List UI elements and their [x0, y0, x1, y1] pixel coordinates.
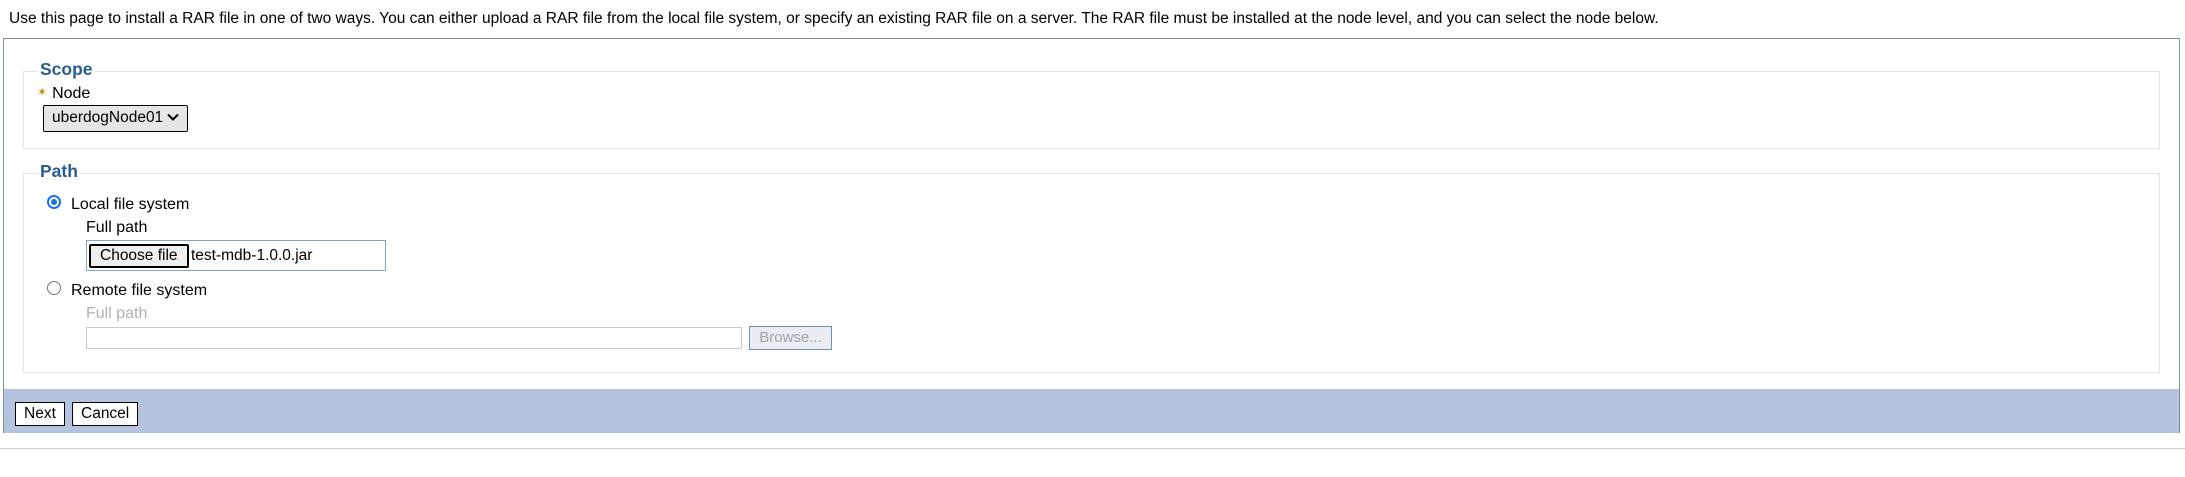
local-file-system-label[interactable]: Local file system — [71, 196, 189, 214]
chevron-down-icon — [167, 113, 179, 121]
node-select[interactable]: uberdogNode01 — [43, 105, 188, 132]
remote-file-system-radio[interactable] — [47, 281, 61, 295]
choose-file-button[interactable]: Choose file — [89, 244, 189, 268]
scope-fieldset: Scope ✶ Node uberdogNode01 — [23, 59, 2160, 149]
node-select-value: uberdogNode01 — [52, 109, 164, 126]
local-file-input[interactable]: Choose file test-mdb-1.0.0.jar — [86, 240, 386, 271]
node-label-text: Node — [52, 85, 91, 102]
next-button[interactable]: Next — [15, 402, 65, 426]
browse-button[interactable]: Browse... — [749, 326, 832, 350]
remote-full-path-input[interactable] — [86, 327, 742, 349]
node-label: ✶ Node — [37, 85, 90, 103]
scope-legend: Scope — [38, 59, 95, 80]
required-field-icon: ✶ — [37, 85, 48, 99]
page-description: Use this page to install a RAR file in o… — [9, 10, 1659, 27]
path-legend: Path — [38, 161, 80, 182]
install-rar-panel: Scope ✶ Node uberdogNode01 Path Local fil… — [3, 38, 2180, 433]
cancel-button[interactable]: Cancel — [72, 402, 139, 426]
remote-file-system-label[interactable]: Remote file system — [71, 282, 207, 300]
selected-file-name: test-mdb-1.0.0.jar — [191, 247, 313, 264]
bottom-divider — [0, 448, 2185, 449]
local-full-path-label: Full path — [86, 219, 148, 236]
remote-full-path-label: Full path — [86, 305, 148, 322]
button-bar: Next Cancel — [4, 389, 2179, 433]
path-fieldset: Path Local file system Full path Choose … — [23, 161, 2160, 373]
local-file-system-radio[interactable] — [47, 195, 61, 209]
